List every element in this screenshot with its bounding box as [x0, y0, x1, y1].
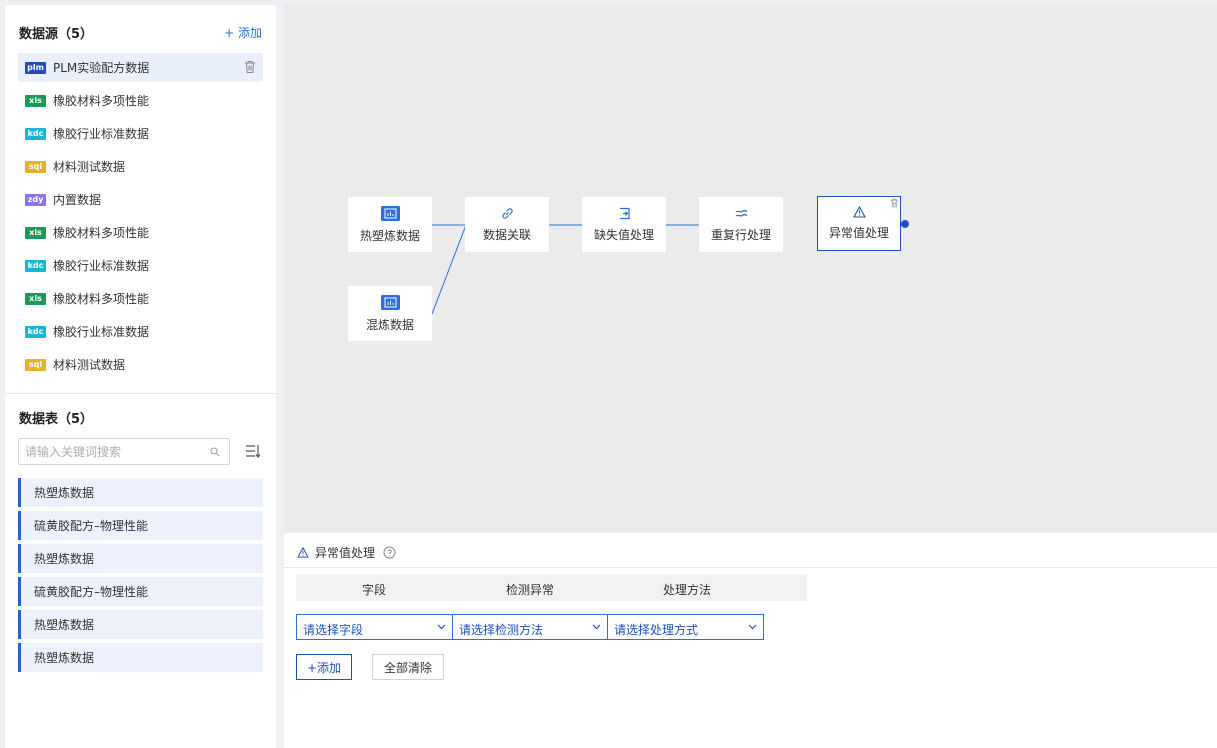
panel-title: 异常值处理 [315, 546, 376, 560]
column-header: 字段 [362, 583, 387, 597]
flow-node-selected[interactable]: 异常值处理 [817, 196, 901, 251]
datatable-item[interactable]: 热塑炼数据 [18, 643, 263, 672]
help-icon[interactable] [383, 546, 396, 559]
add-rule-button[interactable]: +添加 [296, 654, 352, 680]
datasource-label: 橡胶行业标准数据 [53, 325, 150, 339]
left-panel: 数据源（5） + 添加 plm PLM实验配方数据 xls 橡胶材料多项性能 k… [5, 5, 276, 748]
chart-icon [380, 294, 400, 310]
datasource-title: 数据源（5） [19, 27, 94, 42]
xls-badge-icon: xls [25, 226, 46, 239]
datatable-item[interactable]: 硫黄胶配方–物理性能 [18, 577, 263, 606]
datasource-label: PLM实验配方数据 [53, 61, 150, 75]
section-divider [5, 393, 276, 394]
select-value: 请选择检测方法 [459, 623, 544, 637]
flow-canvas[interactable]: 热塑炼数据 混炼数据 数据关联 缺失值处理 重复行处理 异常值处理 [284, 5, 1217, 533]
sql-badge-icon: sql [25, 160, 46, 173]
plm-badge-icon: plm [25, 61, 46, 74]
clear-all-button[interactable]: 全部清除 [372, 654, 444, 680]
edge-line [431, 224, 467, 315]
datatable-item[interactable]: 硫黄胶配方–物理性能 [18, 511, 263, 540]
warning-icon [852, 206, 866, 218]
column-header: 处理方法 [663, 583, 712, 597]
warning-icon [297, 547, 309, 558]
select-value: 请选择字段 [303, 623, 364, 637]
flow-node[interactable]: 热塑炼数据 [348, 197, 432, 252]
sort-icon[interactable] [245, 443, 261, 460]
node-label: 异常值处理 [828, 226, 889, 240]
import-icon [619, 207, 630, 219]
search-box [18, 438, 230, 465]
node-label: 热塑炼数据 [359, 228, 420, 243]
process-method-select[interactable]: 请选择处理方式 [607, 614, 764, 640]
datasource-item[interactable]: xls 橡胶材料多项性能 [18, 86, 263, 115]
add-datasource-button[interactable]: + 添加 [224, 24, 262, 41]
panel-divider [284, 567, 1217, 568]
flow-connectors [431, 224, 700, 315]
kdc-badge-icon: kdc [25, 127, 46, 140]
node-label: 混炼数据 [365, 317, 414, 332]
datasource-item[interactable]: xls 橡胶材料多项性能 [18, 218, 263, 247]
xls-badge-icon: xls [25, 94, 46, 107]
sql-badge-icon: sql [25, 358, 46, 371]
datasource-item[interactable]: sql 材料测试数据 [18, 152, 263, 181]
datatable-title: 数据表（5） [19, 412, 94, 427]
datatable-item[interactable]: 热塑炼数据 [18, 478, 263, 507]
column-header: 检测异常 [506, 583, 555, 597]
detect-method-select[interactable]: 请选择检测方法 [452, 614, 608, 640]
xls-badge-icon: xls [25, 292, 46, 305]
datasource-item[interactable]: kdc 橡胶行业标准数据 [18, 251, 263, 280]
datasource-item[interactable]: plm PLM实验配方数据 [18, 53, 263, 82]
datasource-label: 材料测试数据 [53, 358, 126, 372]
datasource-list: plm PLM实验配方数据 xls 橡胶材料多项性能 kdc 橡胶行业标准数据 … [18, 53, 263, 383]
approx-icon [735, 209, 747, 217]
datasource-item[interactable]: sql 材料测试数据 [18, 350, 263, 379]
panel-header: 异常值处理 [297, 544, 396, 561]
chevron-down-icon [592, 624, 601, 630]
field-select[interactable]: 请选择字段 [296, 614, 453, 640]
search-icon[interactable] [210, 447, 220, 457]
chart-icon [380, 205, 400, 221]
node-label: 重复行处理 [710, 227, 771, 242]
datasource-label: 橡胶材料多项性能 [53, 292, 150, 306]
select-value: 请选择处理方式 [614, 623, 699, 637]
datatable-item[interactable]: 热塑炼数据 [18, 610, 263, 639]
trash-icon[interactable] [890, 198, 899, 208]
config-table-header: 字段 检测异常 处理方法 [296, 574, 807, 601]
node-label: 缺失值处理 [593, 227, 654, 242]
flow-node[interactable]: 缺失值处理 [582, 197, 666, 252]
flow-node[interactable]: 重复行处理 [699, 197, 783, 252]
datasource-label: 橡胶材料多项性能 [53, 226, 150, 240]
datasource-label: 橡胶行业标准数据 [53, 127, 150, 141]
datatable-list: 热塑炼数据 硫黄胶配方–物理性能 热塑炼数据 硫黄胶配方–物理性能 热塑炼数据 … [18, 478, 263, 676]
datatable-item[interactable]: 热塑炼数据 [18, 544, 263, 573]
datasource-item[interactable]: xls 橡胶材料多项性能 [18, 284, 263, 313]
datasource-item[interactable]: zdy 内置数据 [18, 185, 263, 214]
datasource-item[interactable]: kdc 橡胶行业标准数据 [18, 119, 263, 148]
datasource-label: 材料测试数据 [53, 160, 126, 174]
config-panel: 异常值处理 字段 检测异常 处理方法 请选择字段 请选择检测方法 请选择处理方式… [284, 533, 1217, 748]
datasource-item[interactable]: kdc 橡胶行业标准数据 [18, 317, 263, 346]
chevron-down-icon [437, 624, 446, 630]
flow-node[interactable]: 数据关联 [465, 197, 549, 252]
datasource-label: 橡胶行业标准数据 [53, 259, 150, 273]
trash-icon[interactable] [244, 60, 256, 74]
output-port-handle[interactable] [901, 220, 909, 228]
chevron-down-icon [748, 624, 757, 630]
kdc-badge-icon: kdc [25, 259, 46, 272]
search-input[interactable] [19, 439, 199, 464]
zdy-badge-icon: zdy [25, 193, 46, 206]
link-icon [501, 207, 513, 219]
node-label: 数据关联 [482, 227, 531, 242]
datasource-label: 内置数据 [53, 193, 102, 207]
datasource-label: 橡胶材料多项性能 [53, 94, 150, 108]
kdc-badge-icon: kdc [25, 325, 46, 338]
flow-node[interactable]: 混炼数据 [348, 286, 432, 341]
